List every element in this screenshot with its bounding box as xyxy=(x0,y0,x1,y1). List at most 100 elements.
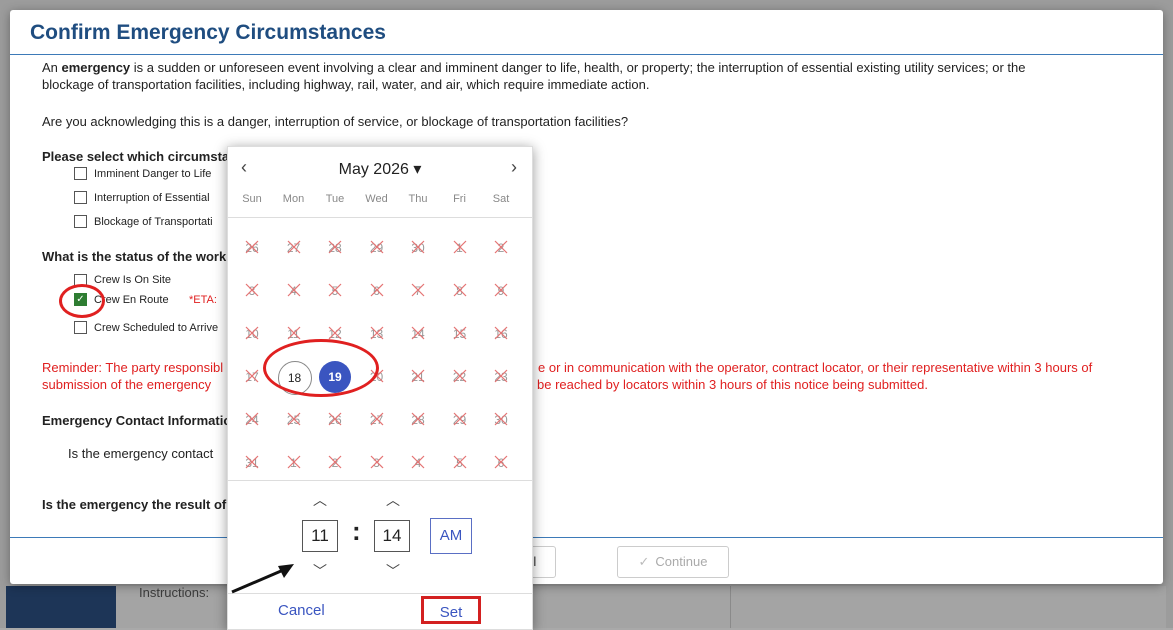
disabled-x-icon xyxy=(245,283,259,297)
calendar-day[interactable]: 26 xyxy=(317,405,353,435)
circumstance-label-3: Blockage of Transportati xyxy=(94,216,213,228)
disabled-x-icon xyxy=(245,326,259,340)
calendar-day[interactable]: 27 xyxy=(359,405,395,435)
continue-button[interactable]: ✓ Continue xyxy=(617,546,729,578)
disabled-x-icon xyxy=(453,283,466,297)
calendar-day[interactable]: 29 xyxy=(359,233,395,263)
disabled-x-icon xyxy=(494,283,508,297)
disabled-x-icon xyxy=(411,455,425,469)
disabled-x-icon xyxy=(370,326,383,340)
disabled-x-icon xyxy=(453,455,466,469)
calendar-day[interactable]: 13 xyxy=(359,319,395,349)
continue-label: Continue xyxy=(655,554,708,569)
disabled-x-icon xyxy=(411,326,425,340)
circumstance-checkbox-3[interactable] xyxy=(74,215,87,228)
next-month-icon[interactable]: › xyxy=(511,157,517,178)
calendar-day[interactable]: 28 xyxy=(400,405,436,435)
time-colon: : xyxy=(352,516,361,546)
disabled-x-icon xyxy=(411,412,425,426)
highlight-circle-dates xyxy=(263,339,379,397)
hour-up-icon[interactable]: ︿ xyxy=(313,490,327,510)
status-checkbox-scheduled[interactable] xyxy=(74,321,87,334)
calendar-day[interactable]: 23 xyxy=(483,362,519,392)
calendar-header: ‹ May 2026 ▾ › xyxy=(228,157,532,181)
calendar-day[interactable]: 4 xyxy=(400,448,436,478)
calendar-day[interactable]: 5 xyxy=(442,448,478,478)
calendar-day[interactable]: 1 xyxy=(276,448,312,478)
disabled-x-icon xyxy=(245,455,259,469)
calendar-day[interactable]: 6 xyxy=(359,276,395,306)
time-divider xyxy=(228,480,532,481)
picker-cancel-button[interactable]: Cancel xyxy=(278,602,325,619)
minute-down-icon[interactable]: ﹀ xyxy=(386,561,400,581)
title-divider xyxy=(10,54,1163,55)
disabled-x-icon xyxy=(328,240,342,254)
calendar-day[interactable]: 3 xyxy=(234,276,270,306)
calendar-day[interactable]: 31 xyxy=(234,448,270,478)
acknowledge-question: Are you acknowledging this is a danger, … xyxy=(42,114,629,129)
disabled-x-icon xyxy=(453,369,466,383)
picker-set-button[interactable]: Set xyxy=(421,596,481,624)
calendar-day[interactable]: 8 xyxy=(442,276,478,306)
calendar-day[interactable]: 10 xyxy=(234,319,270,349)
calendar-day[interactable]: 30 xyxy=(400,233,436,263)
calendar-day[interactable]: 30 xyxy=(483,405,519,435)
calendar-day[interactable]: 26 xyxy=(234,233,270,263)
minute-input[interactable]: 14 xyxy=(374,520,410,552)
minute-up-icon[interactable]: ︿ xyxy=(386,490,400,510)
disabled-x-icon xyxy=(411,369,425,383)
calendar-day[interactable]: 16 xyxy=(483,319,519,349)
calendar-day[interactable]: 5 xyxy=(317,276,353,306)
background-sidebar xyxy=(6,586,116,628)
background-instructions-label: Instructions: xyxy=(139,585,210,600)
status-label-en-route: Crew En Route xyxy=(94,294,169,306)
disabled-x-icon xyxy=(287,283,300,297)
weekday-thu: Thu xyxy=(408,193,428,205)
month-selector[interactable]: May 2026 ▾ xyxy=(228,159,532,179)
reminder-left-1: Reminder: The party responsibl xyxy=(42,360,224,375)
disabled-x-icon xyxy=(494,369,508,383)
disabled-x-icon xyxy=(287,240,300,254)
result-question: Is the emergency the result of xyxy=(42,497,227,512)
calendar-day[interactable]: 4 xyxy=(276,276,312,306)
calendar-day[interactable]: 1 xyxy=(442,233,478,263)
disabled-x-icon xyxy=(453,240,466,254)
calendar-day[interactable]: 14 xyxy=(400,319,436,349)
calendar-day[interactable]: 3 xyxy=(359,448,395,478)
hour-down-icon[interactable]: ﹀ xyxy=(313,561,327,581)
calendar-day[interactable]: 27 xyxy=(276,233,312,263)
calendar-day[interactable]: 2 xyxy=(483,233,519,263)
calendar-day[interactable]: 22 xyxy=(442,362,478,392)
background-panel-right xyxy=(730,586,1166,628)
calendar-day[interactable]: 25 xyxy=(276,405,312,435)
disabled-x-icon xyxy=(245,240,259,254)
calendar-day[interactable]: 29 xyxy=(442,405,478,435)
hour-input[interactable]: 11 xyxy=(302,520,338,552)
circumstance-label-1: Imminent Danger to Life xyxy=(94,168,212,180)
intro-line-2: blockage of transportation facilities, i… xyxy=(42,77,650,92)
reminder-right-1: e or in communication with the operator,… xyxy=(538,360,1093,375)
ampm-toggle[interactable]: AM xyxy=(430,518,472,554)
calendar-day[interactable]: 7 xyxy=(400,276,436,306)
calendar-divider xyxy=(228,217,532,218)
disabled-x-icon xyxy=(287,455,300,469)
circumstance-checkbox-2[interactable] xyxy=(74,191,87,204)
disabled-x-icon xyxy=(370,240,383,254)
calendar-day[interactable]: 28 xyxy=(317,233,353,263)
reminder-right-2: be reached by locators within 3 hours of… xyxy=(537,377,928,392)
disabled-x-icon xyxy=(370,455,383,469)
calendar-day[interactable]: 9 xyxy=(483,276,519,306)
circumstance-label-2: Interruption of Essential xyxy=(94,192,210,204)
disabled-x-icon xyxy=(287,412,300,426)
disabled-x-icon xyxy=(494,412,508,426)
circumstance-checkbox-1[interactable] xyxy=(74,167,87,180)
intro-line-1: An emergency is a sudden or unforeseen e… xyxy=(42,60,1026,75)
calendar-day[interactable]: 6 xyxy=(483,448,519,478)
calendar-day[interactable]: 15 xyxy=(442,319,478,349)
weekday-tue: Tue xyxy=(325,193,345,205)
highlight-circle-checkbox xyxy=(59,284,105,318)
calendar-day[interactable]: 24 xyxy=(234,405,270,435)
calendar-day[interactable]: 2 xyxy=(317,448,353,478)
disabled-x-icon xyxy=(494,326,508,340)
calendar-day[interactable]: 21 xyxy=(400,362,436,392)
